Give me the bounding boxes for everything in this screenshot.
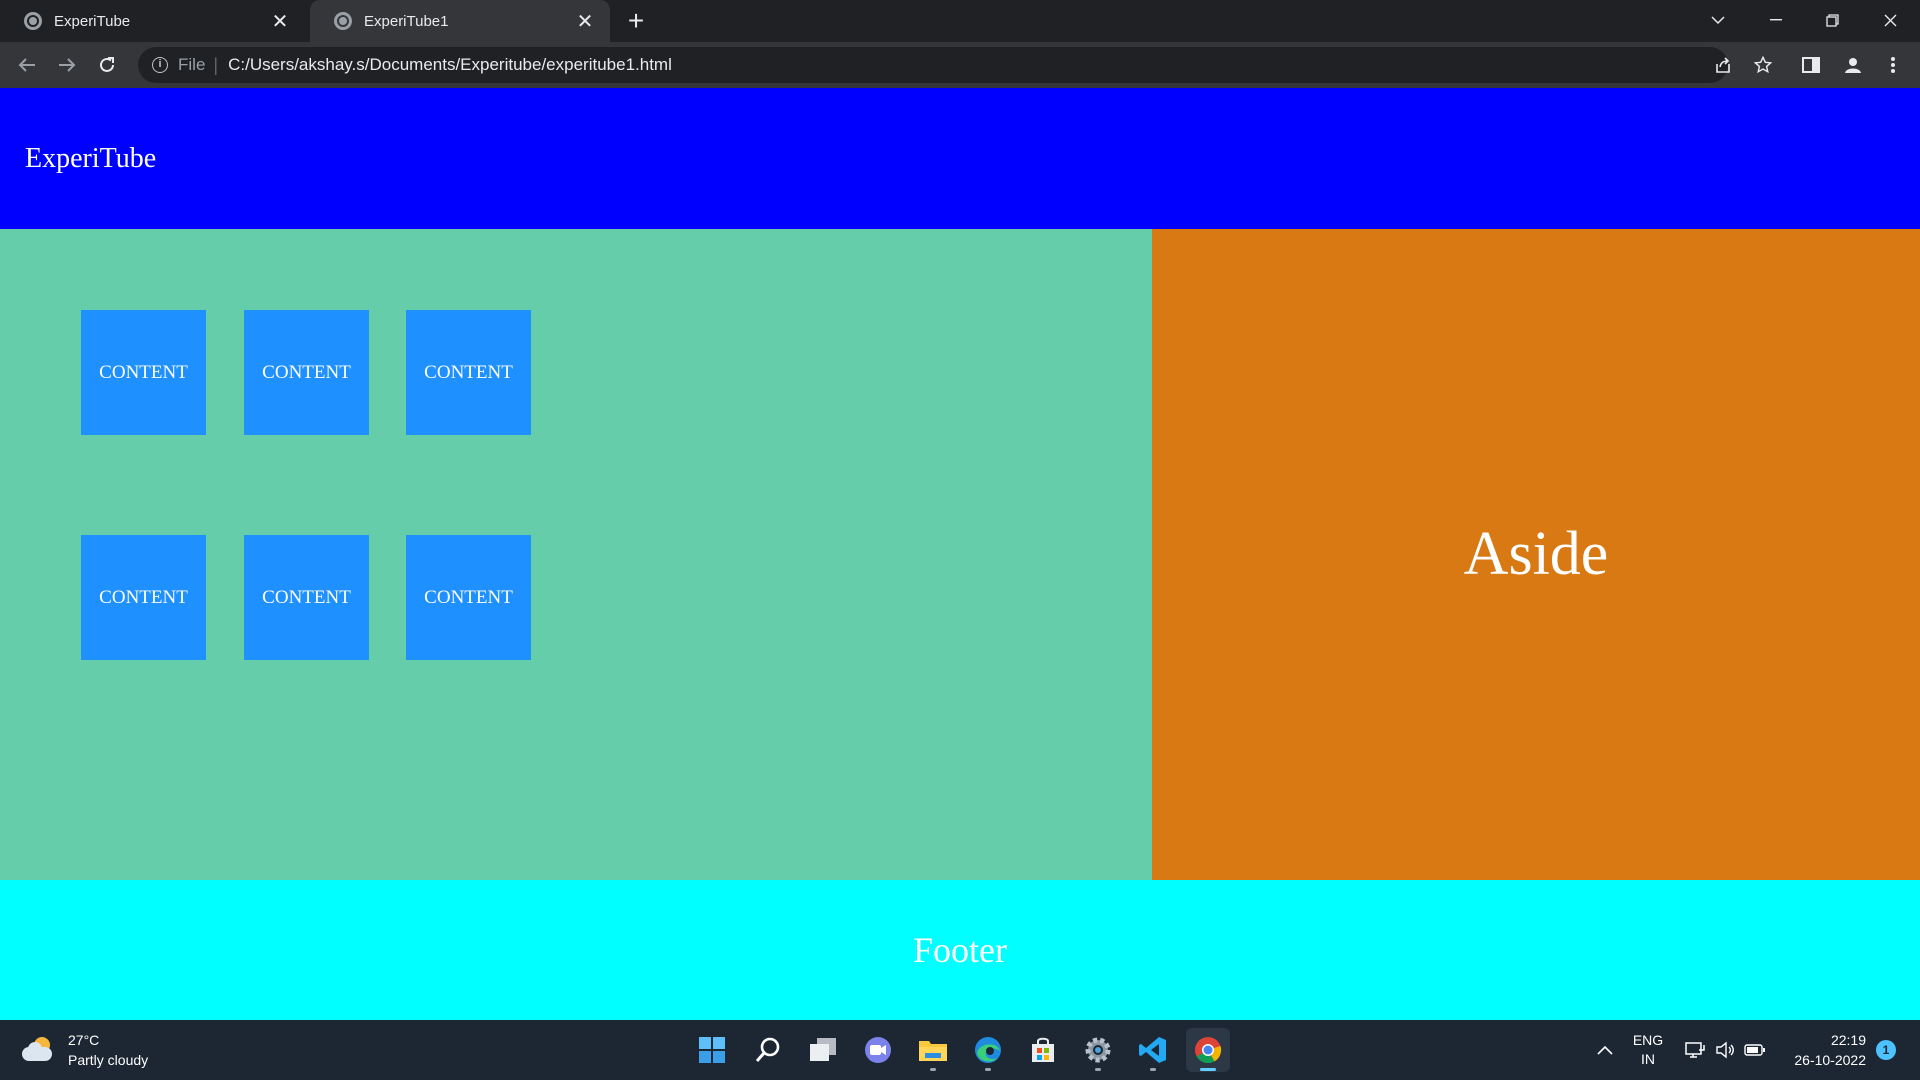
content-card: CONTENT (244, 535, 369, 660)
store-icon[interactable] (1021, 1028, 1065, 1072)
profile-icon[interactable] (1838, 50, 1868, 80)
task-view-icon[interactable] (801, 1028, 845, 1072)
aside-label: Aside (1463, 520, 1609, 588)
browser-tab-experitube1[interactable]: ExperiTube1 ✕ (310, 0, 610, 42)
web-page: ExperiTube CONTENT CONTENT CONTENT CONTE… (0, 88, 1920, 1020)
file-explorer-icon[interactable] (911, 1028, 955, 1072)
globe-icon (24, 12, 42, 30)
share-icon[interactable] (1708, 50, 1738, 80)
minimize-button[interactable] (1748, 0, 1804, 40)
url-separator: | (213, 54, 219, 75)
taskbar: 27°C Partly cloudy ENG IN 22:19 26-10-20… (0, 1020, 1920, 1080)
weather-widget[interactable]: 27°C Partly cloudy (22, 1030, 148, 1070)
address-bar[interactable]: i File | C:/Users/akshay.s/Documents/Exp… (138, 47, 1728, 83)
notification-count: 1 (1876, 1040, 1896, 1060)
main-section: CONTENT CONTENT CONTENT CONTENT CONTENT … (0, 229, 1152, 880)
settings-icon[interactable] (1076, 1028, 1120, 1072)
language-indicator[interactable]: ENG IN (1628, 1020, 1668, 1080)
clock[interactable]: 22:19 26-10-2022 (1776, 1020, 1866, 1080)
site-info-icon[interactable]: i (152, 57, 168, 73)
close-tab-icon[interactable]: ✕ (574, 10, 596, 33)
menu-dots-icon[interactable] (1878, 50, 1908, 80)
close-tab-icon[interactable]: ✕ (269, 10, 291, 33)
url-scheme: File (178, 55, 206, 74)
restore-button[interactable] (1804, 0, 1860, 40)
globe-icon (334, 12, 352, 30)
browser-tab-experitube[interactable]: ExperiTube ✕ (0, 0, 305, 42)
site-header: ExperiTube (0, 88, 1920, 229)
search-icon[interactable] (746, 1028, 790, 1072)
tab-search-icon[interactable] (1690, 0, 1746, 40)
vscode-icon[interactable] (1131, 1028, 1175, 1072)
new-tab-button[interactable]: + (622, 6, 650, 36)
chat-icon[interactable] (856, 1028, 900, 1072)
start-icon[interactable] (690, 1028, 734, 1072)
battery-icon[interactable] (1742, 1020, 1768, 1080)
tab-title: ExperiTube1 (364, 12, 449, 30)
clock-date: 26-10-2022 (1794, 1052, 1866, 1068)
forward-arrow-icon[interactable] (52, 50, 82, 80)
tab-strip: ExperiTube ✕ ExperiTube1 ✕ + (0, 0, 1920, 42)
site-title: ExperiTube (25, 142, 157, 174)
weather-temp: 27°C (68, 1032, 100, 1048)
content-card: CONTENT (406, 535, 531, 660)
edge-icon[interactable] (966, 1028, 1010, 1072)
tab-title: ExperiTube (54, 12, 131, 30)
url-text[interactable]: C:/Users/akshay.s/Documents/Experitube/e… (228, 55, 672, 75)
volume-icon[interactable] (1712, 1020, 1738, 1080)
clock-time: 22:19 (1830, 1032, 1866, 1048)
bookmark-star-icon[interactable] (1748, 50, 1778, 80)
content-card: CONTENT (244, 310, 369, 435)
weather-condition: Partly cloudy (68, 1052, 149, 1068)
language-code: ENG (1632, 1032, 1664, 1048)
site-footer: Footer (0, 880, 1920, 1020)
footer-label: Footer (913, 930, 1007, 970)
content-card: CONTENT (81, 535, 206, 660)
reload-icon[interactable] (92, 50, 122, 80)
network-icon[interactable] (1682, 1020, 1708, 1080)
chrome-icon[interactable] (1186, 1028, 1230, 1072)
language-region: IN (1641, 1051, 1655, 1067)
browser-toolbar: i File | C:/Users/akshay.s/Documents/Exp… (0, 42, 1920, 88)
close-window-button[interactable] (1862, 0, 1918, 40)
notification-badge[interactable]: 1 (1874, 1020, 1898, 1080)
content-card: CONTENT (406, 310, 531, 435)
aside-section: Aside (1152, 229, 1920, 880)
partly-cloudy-icon (22, 1037, 56, 1063)
back-arrow-icon[interactable] (12, 50, 42, 80)
side-panel-icon[interactable] (1796, 50, 1826, 80)
show-hidden-icons-chevron-icon[interactable] (1592, 1020, 1618, 1080)
content-card: CONTENT (81, 310, 206, 435)
